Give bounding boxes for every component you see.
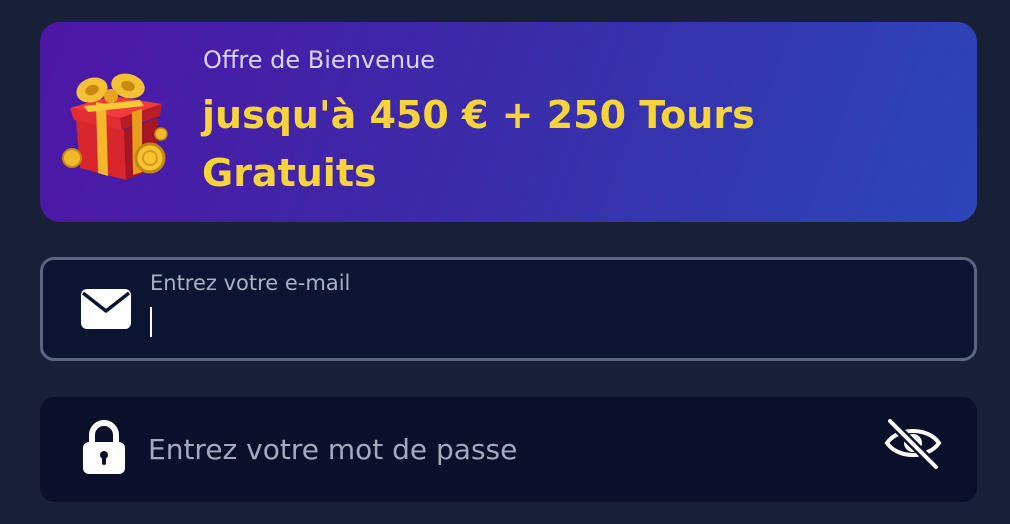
lock-icon bbox=[83, 420, 125, 474]
password-input[interactable] bbox=[148, 426, 838, 472]
signup-form: Offre de Bienvenue jusqu'à 450 € + 250 T… bbox=[0, 0, 1010, 524]
password-field[interactable] bbox=[40, 397, 977, 502]
eye-off-icon[interactable] bbox=[884, 417, 942, 473]
email-field[interactable]: Entrez votre e-mail bbox=[40, 257, 977, 361]
email-label: Entrez votre e-mail bbox=[150, 271, 351, 295]
welcome-offer-banner: Offre de Bienvenue jusqu'à 450 € + 250 T… bbox=[40, 22, 977, 222]
gift-icon bbox=[62, 73, 168, 180]
mail-icon bbox=[81, 289, 131, 329]
offer-title: jusqu'à 450 € + 250 Tours Gratuits bbox=[202, 93, 755, 195]
email-input[interactable] bbox=[147, 304, 911, 340]
text-caret bbox=[150, 307, 152, 337]
offer-subtitle: Offre de Bienvenue bbox=[203, 46, 436, 74]
